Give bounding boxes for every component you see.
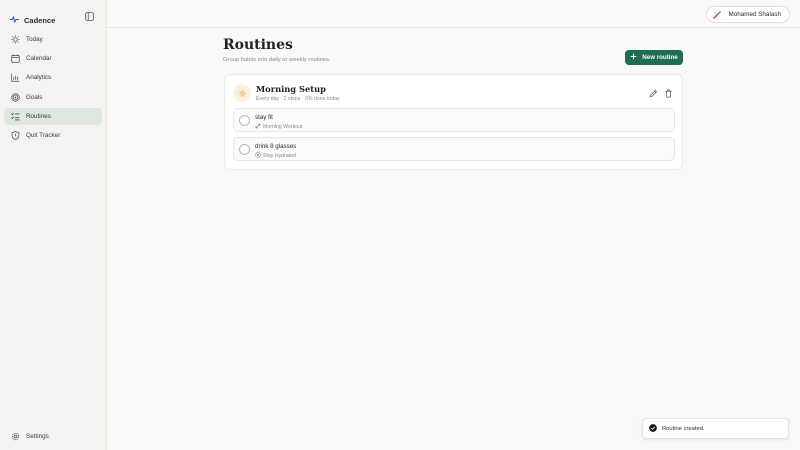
calendar-icon — [10, 54, 20, 64]
step-goal-label: Stay Hydrated — [263, 153, 296, 159]
sidebar-item-label: Goals — [26, 93, 43, 101]
step-checkbox[interactable] — [239, 144, 250, 155]
plus-icon — [630, 53, 637, 62]
app-name: Cadence — [24, 15, 56, 25]
routine-card: Morning Setup Every day · 2 steps · 0% d… — [224, 74, 683, 170]
step-goal-label: Morning Workout — [263, 124, 303, 130]
gear-icon — [10, 431, 20, 441]
list-check-icon — [10, 111, 20, 121]
dumbbell-icon — [255, 123, 261, 131]
sidebar-toggle-icon[interactable] — [84, 11, 95, 22]
page-subtitle: Group habits into daily or weekly routin… — [223, 57, 331, 63]
step-goal: Stay Hydrated — [255, 152, 296, 160]
sidebar-item-label: Routines — [26, 112, 51, 120]
sun-icon — [233, 84, 251, 102]
user-name: Mohamed Shalash — [728, 11, 781, 18]
toast-message: Routine created. — [662, 425, 705, 432]
sidebar-item-today[interactable]: Today — [4, 31, 102, 48]
new-routine-button[interactable]: New routine — [625, 50, 683, 65]
page-title: Routines — [223, 37, 293, 53]
sidebar-nav: Today Calendar Analytics Goals Routines — [4, 31, 102, 146]
chart-icon — [10, 73, 20, 83]
sidebar-item-routines[interactable]: Routines — [4, 107, 102, 125]
settings-label: Settings — [26, 432, 49, 440]
top-bar: Mohamed Shalash — [107, 0, 800, 28]
sidebar-item-calendar[interactable]: Calendar — [4, 50, 102, 67]
routine-step[interactable]: stay fit Morning Workout — [233, 108, 675, 132]
sidebar-item-quit-tracker[interactable]: Quit Tracker — [4, 127, 102, 144]
pulse-icon — [10, 11, 19, 29]
step-checkbox[interactable] — [239, 115, 250, 126]
step-name: drink 8 glasses — [255, 143, 297, 150]
check-circle-icon — [649, 423, 657, 434]
trash-icon[interactable] — [664, 85, 673, 98]
sidebar-item-analytics[interactable]: Analytics — [4, 69, 102, 86]
sun-icon — [10, 35, 20, 45]
sidebar-item-label: Today — [26, 36, 43, 43]
brand[interactable]: Cadence — [10, 11, 55, 29]
step-goal: Morning Workout — [255, 123, 302, 131]
sidebar-item-goals[interactable]: Goals — [4, 89, 102, 106]
avatar — [712, 10, 722, 20]
sidebar-item-label: Quit Tracker — [26, 131, 61, 139]
toast: Routine created. — [642, 418, 789, 439]
routine-title: Morning Setup — [256, 84, 326, 94]
sidebar-item-label: Calendar — [26, 55, 52, 63]
step-name: stay fit — [255, 114, 273, 121]
routine-step[interactable]: drink 8 glasses Stay Hydrated — [233, 137, 675, 161]
user-menu[interactable]: Mohamed Shalash — [706, 6, 790, 23]
routine-meta: Every day · 2 steps · 0% done today — [256, 96, 340, 102]
sidebar: Cadence Today Calendar Analytics Goals R… — [0, 0, 107, 450]
target-icon — [255, 152, 261, 160]
new-routine-label: New routine — [642, 54, 678, 61]
edit-icon[interactable] — [649, 85, 658, 98]
sidebar-item-label: Analytics — [26, 74, 52, 82]
shield-icon — [10, 130, 20, 140]
sidebar-item-settings[interactable]: Settings — [10, 431, 49, 441]
target-icon — [10, 92, 20, 102]
